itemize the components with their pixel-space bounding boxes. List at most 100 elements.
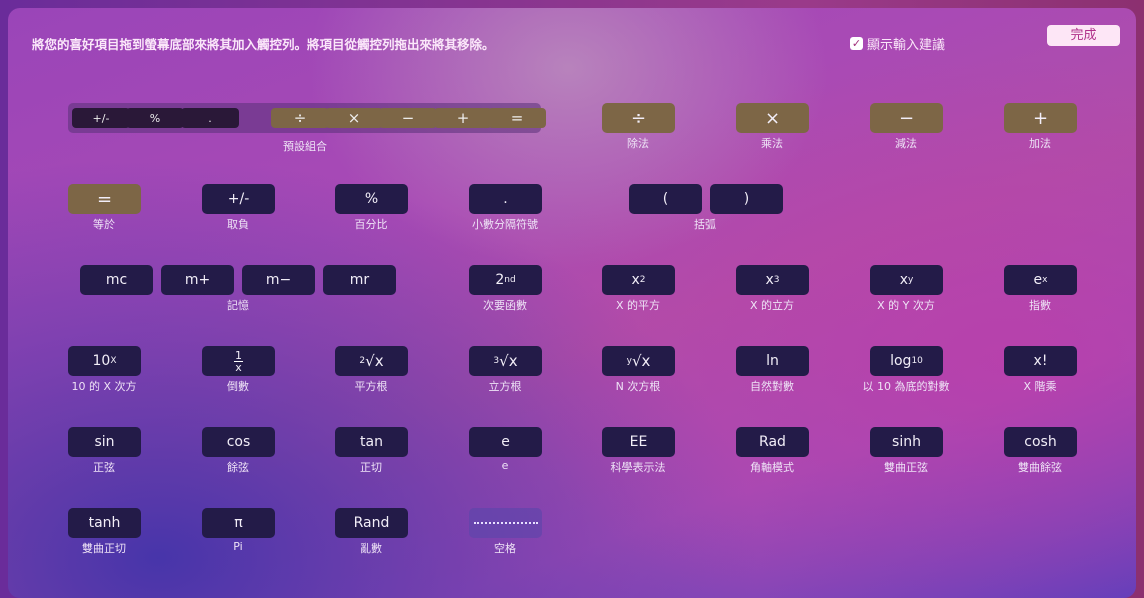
- key-text: π: [234, 515, 243, 531]
- default-key-7: =: [488, 108, 546, 128]
- touch-bar-customization-panel: 將您的喜好項目拖到螢幕底部來將其加入觸控列。將項目從觸控列拖出來將其移除。 ✓ …: [8, 8, 1136, 598]
- done-button[interactable]: 完成: [1047, 25, 1120, 46]
- cube-root-button[interactable]: 3 √x: [469, 346, 542, 376]
- x-squared-button[interactable]: x2: [602, 265, 675, 295]
- instruction-text: 將您的喜好項目拖到螢幕底部來將其加入觸控列。將項目從觸控列拖出來將其移除。: [32, 37, 495, 52]
- default-set-group[interactable]: +/-%. ÷ × − + =: [68, 103, 546, 133]
- e-to-x-label: 指數: [1029, 299, 1051, 312]
- negate-button[interactable]: +/-: [202, 184, 275, 214]
- factorial-button[interactable]: x!: [1004, 346, 1077, 376]
- key-text: tan: [360, 434, 383, 450]
- key-text: cosh: [1024, 434, 1057, 450]
- rand-button[interactable]: Rand: [335, 508, 408, 538]
- ln-button[interactable]: ln: [736, 346, 809, 376]
- key-text: 2: [495, 272, 505, 288]
- cosh-label: 雙曲餘弦: [1018, 461, 1062, 474]
- rad-button[interactable]: Rad: [736, 427, 809, 457]
- key-text: x!: [1033, 353, 1048, 369]
- default-key-5: −: [379, 108, 437, 128]
- key-text: √x: [365, 352, 384, 370]
- default-key-6: +: [434, 108, 492, 128]
- default-key-1: %: [126, 108, 184, 128]
- percent-button[interactable]: %: [335, 184, 408, 214]
- memory-button-mr[interactable]: mr: [323, 265, 396, 295]
- default-set-label: 預設組合: [283, 140, 327, 153]
- fraction-part: 1: [234, 348, 243, 362]
- parenthesis-button-0[interactable]: (: [629, 184, 702, 214]
- key-text: ln: [766, 353, 779, 369]
- default-key-2: .: [181, 108, 239, 128]
- default-key-3: ÷: [271, 108, 329, 128]
- key-text: 10: [92, 353, 111, 369]
- memory-button-mc[interactable]: mc: [80, 265, 153, 295]
- decimal-button[interactable]: .: [469, 184, 542, 214]
- memory-button-m−[interactable]: m−: [242, 265, 315, 295]
- key-text: x: [631, 272, 640, 288]
- add-button[interactable]: +: [1004, 103, 1077, 133]
- key-text: %: [364, 191, 379, 207]
- parenthesis-button-1[interactable]: ): [710, 184, 783, 214]
- e-button[interactable]: e: [469, 427, 542, 457]
- key-text: log: [890, 353, 912, 369]
- key-text: ×: [764, 107, 781, 129]
- key-text: EE: [629, 434, 648, 450]
- space-button[interactable]: [469, 508, 542, 538]
- cosh-button[interactable]: cosh: [1004, 427, 1077, 457]
- key-text: Rand: [353, 515, 390, 531]
- x-to-y-button[interactable]: xy: [870, 265, 943, 295]
- key-text: cos: [226, 434, 251, 450]
- key-text: √x: [631, 352, 651, 370]
- tan-button[interactable]: tan: [335, 427, 408, 457]
- key-text: sinh: [892, 434, 921, 450]
- key-text: =: [96, 188, 113, 210]
- default-key-0: +/-: [72, 108, 130, 128]
- ee-button[interactable]: EE: [602, 427, 675, 457]
- equals-button[interactable]: =: [68, 184, 141, 214]
- key-text: e: [501, 434, 510, 450]
- key-text: tanh: [88, 515, 121, 531]
- ten-to-x-button[interactable]: 10 X: [68, 346, 141, 376]
- default-key-4: ×: [325, 108, 383, 128]
- memory-label: 記憶: [227, 299, 249, 312]
- show-suggestions-label: 顯示輸入建議: [867, 38, 946, 53]
- log10-button[interactable]: log 10: [870, 346, 943, 376]
- show-suggestions-checkbox[interactable]: ✓ 顯示輸入建議: [850, 34, 945, 53]
- decimal-label: 小數分隔符號: [472, 218, 538, 231]
- key-text: x: [765, 272, 774, 288]
- key-text: +: [1032, 107, 1049, 129]
- key-text: +/-: [227, 191, 250, 207]
- subscript: 10: [911, 356, 923, 366]
- superscript: x: [1042, 275, 1048, 285]
- pi-button[interactable]: π: [202, 508, 275, 538]
- key-text: −: [898, 107, 915, 129]
- add-label: 加法: [1029, 137, 1051, 150]
- space-label: 空格: [494, 542, 516, 555]
- second-button[interactable]: 2nd: [469, 265, 542, 295]
- cos-button[interactable]: cos: [202, 427, 275, 457]
- key-text: .: [503, 191, 508, 207]
- checkmark-icon[interactable]: ✓: [850, 37, 863, 50]
- divide-button[interactable]: ÷: [602, 103, 675, 133]
- sin-button[interactable]: sin: [68, 427, 141, 457]
- e-to-x-button[interactable]: ex: [1004, 265, 1077, 295]
- factorial-label: X 階乘: [1023, 380, 1057, 393]
- key-text: √x: [499, 352, 518, 370]
- key-text: e: [1033, 272, 1043, 288]
- memory-button-m+[interactable]: m+: [161, 265, 234, 295]
- fraction: 1x: [234, 350, 243, 373]
- nth-root-button[interactable]: y √x: [602, 346, 675, 376]
- key-text: sin: [94, 434, 115, 450]
- key-text: ÷: [630, 107, 647, 129]
- square-root-button[interactable]: 2 √x: [335, 346, 408, 376]
- tanh-button[interactable]: tanh: [68, 508, 141, 538]
- key-text: Rad: [759, 434, 786, 450]
- multiply-button[interactable]: ×: [736, 103, 809, 133]
- sinh-button[interactable]: sinh: [870, 427, 943, 457]
- subtract-button[interactable]: −: [870, 103, 943, 133]
- superscript: y: [907, 275, 914, 285]
- superscript: 2: [639, 275, 646, 285]
- key-text: x: [899, 272, 908, 288]
- reciprocal-button[interactable]: 1x: [202, 346, 275, 376]
- x-cubed-button[interactable]: x3: [736, 265, 809, 295]
- superscript: nd: [504, 275, 516, 285]
